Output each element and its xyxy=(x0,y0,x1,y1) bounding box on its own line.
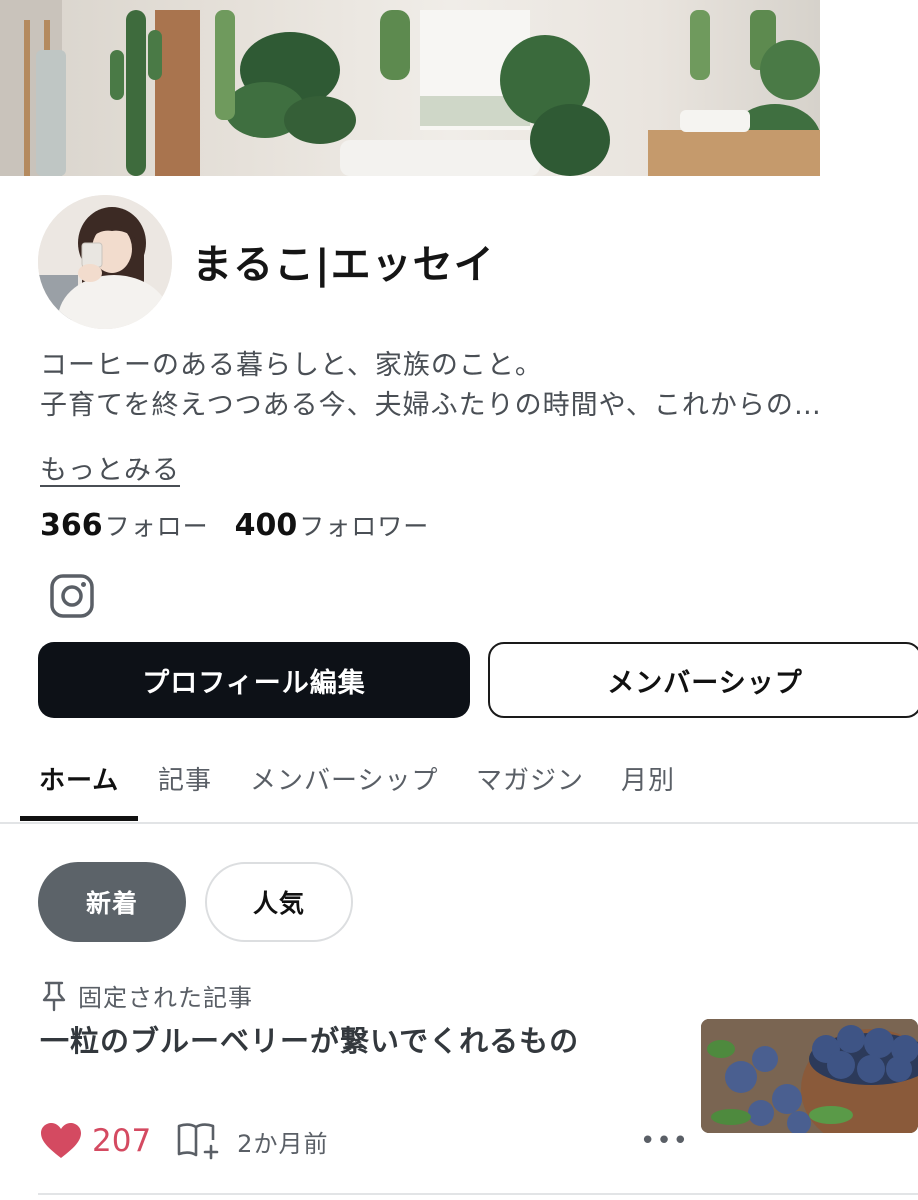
add-to-magazine-icon[interactable] xyxy=(177,1122,221,1160)
posted-time: 2か月前 xyxy=(237,1129,329,1158)
more-options-button[interactable]: ••• xyxy=(640,1126,689,1156)
following-label[interactable]: フォロー xyxy=(105,507,209,543)
instagram-icon[interactable] xyxy=(49,573,95,619)
avatar[interactable] xyxy=(38,195,172,329)
filter-popular-button[interactable]: 人気 xyxy=(205,862,353,942)
follow-stats: 366 フォロー 400 フォロワー xyxy=(40,507,455,543)
article-thumbnail[interactable] xyxy=(701,1019,918,1133)
bio-line-2: 子育てを終えつつある今、夫婦ふたりの時間や、これからの… xyxy=(40,390,822,421)
article-title[interactable]: 一粒のブルーベリーが繋いでくれるもの xyxy=(40,1018,579,1060)
profile-name: まるこ|エッセイ xyxy=(192,242,495,288)
bio-line-1: コーヒーのある暮らしと、家族のこと。 xyxy=(40,350,543,381)
followers-count[interactable]: 400 xyxy=(235,508,298,543)
tab-articles[interactable]: 記事 xyxy=(158,760,212,822)
followers-label[interactable]: フォロワー xyxy=(299,507,429,543)
pinned-label: 固定された記事 xyxy=(40,978,253,1013)
tab-home[interactable]: ホーム xyxy=(39,760,119,822)
filter-new-button[interactable]: 新着 xyxy=(38,862,186,942)
active-tab-indicator xyxy=(20,816,138,821)
like-count[interactable]: 207 xyxy=(92,1123,151,1159)
pinned-text: 固定された記事 xyxy=(78,984,253,1012)
tab-membership[interactable]: メンバーシップ xyxy=(250,760,438,822)
heart-icon[interactable] xyxy=(40,1122,82,1160)
read-more-link[interactable]: もっとみる xyxy=(40,448,180,487)
profile-tabs: ホーム 記事 メンバーシップ マガジン 月別 xyxy=(0,760,918,824)
divider xyxy=(38,1193,918,1195)
tab-magazine[interactable]: マガジン xyxy=(476,760,584,822)
header-banner-image xyxy=(0,0,820,176)
membership-button[interactable]: メンバーシップ xyxy=(488,642,918,718)
profile-bio: コーヒーのある暮らしと、家族のこと。 子育てを終えつつある今、夫婦ふたりの時間や… xyxy=(40,346,918,426)
tab-monthly[interactable]: 月別 xyxy=(621,760,675,822)
article-meta: 207 2か月前 xyxy=(40,1118,328,1164)
following-count[interactable]: 366 xyxy=(40,508,103,543)
edit-profile-button[interactable]: プロフィール編集 xyxy=(38,642,470,718)
pin-icon xyxy=(42,981,66,1011)
